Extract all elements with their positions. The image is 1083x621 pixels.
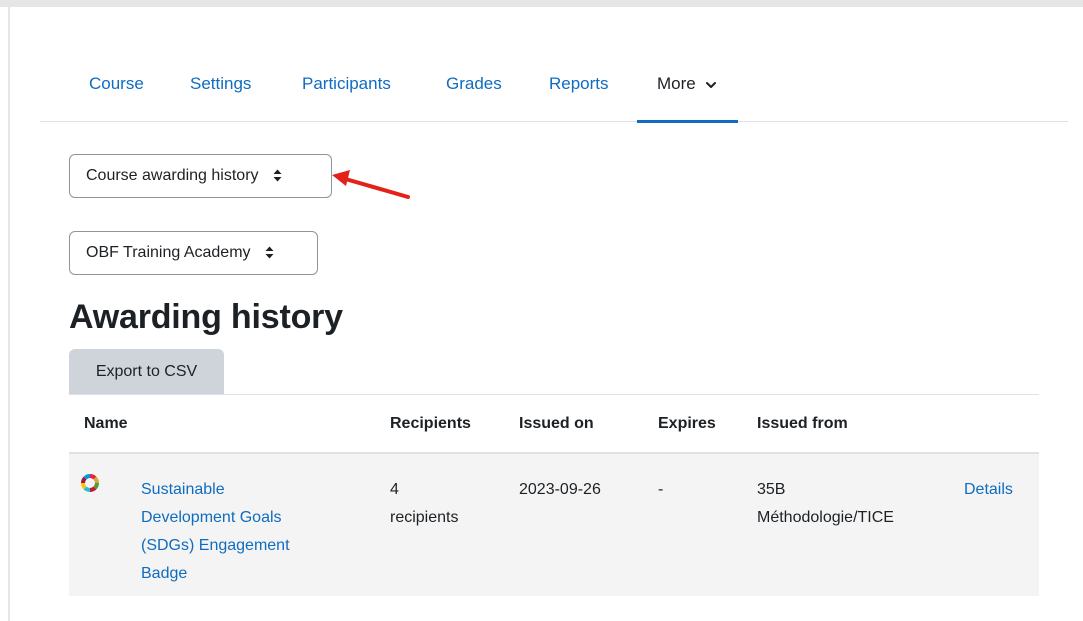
issued-from-cell: 35B Méthodologie/TICE xyxy=(757,476,894,532)
nav-reports-label: Reports xyxy=(549,74,609,93)
issued-from-line: 35B xyxy=(757,481,786,498)
nav-more-dropdown[interactable]: More xyxy=(637,62,738,123)
nav-settings-label: Settings xyxy=(190,74,252,93)
nav-participants[interactable]: Participants xyxy=(282,62,411,122)
column-header-issued-from[interactable]: Issued from xyxy=(757,415,848,433)
column-header-name[interactable]: Name xyxy=(84,415,128,433)
issued-from-line: Méthodologie/TICE xyxy=(757,509,894,526)
nav-grades[interactable]: Grades xyxy=(426,62,522,122)
expires-cell: - xyxy=(658,481,664,498)
column-header-issued-on[interactable]: Issued on xyxy=(519,415,594,433)
page-title: Awarding history xyxy=(69,298,343,336)
sort-updown-icon xyxy=(265,246,274,259)
issuer-select[interactable]: OBF Training Academy xyxy=(69,231,318,275)
nav-participants-label: Participants xyxy=(302,74,391,93)
badge-name-line: Sustainable xyxy=(141,481,225,498)
nav-course-label: Course xyxy=(89,74,144,93)
nav-reports[interactable]: Reports xyxy=(529,62,629,122)
badge-name-line: Badge xyxy=(141,565,188,582)
badge-name-line: Development Goals xyxy=(141,509,282,526)
window-left-border xyxy=(8,7,10,621)
nav-settings[interactable]: Settings xyxy=(170,62,271,122)
badge-name-link[interactable]: Sustainable Development Goals (SDGs) Eng… xyxy=(141,476,290,588)
report-type-select[interactable]: Course awarding history xyxy=(69,154,332,198)
course-secondary-nav: Course Settings Participants Grades Repo… xyxy=(40,62,1068,123)
report-type-select-value: Course awarding history xyxy=(86,167,259,184)
window-top-border xyxy=(0,0,1083,7)
awarding-history-table: Name Recipients Issued on Expires Issued… xyxy=(69,394,1039,596)
nav-course[interactable]: Course xyxy=(69,62,164,122)
export-csv-button[interactable]: Export to CSV xyxy=(69,349,224,394)
sdg-badge-icon xyxy=(81,474,99,492)
table-row: Sustainable Development Goals (SDGs) Eng… xyxy=(69,454,1039,596)
recipients-count: 4 xyxy=(390,481,399,498)
issued-on-cell: 2023-09-26 xyxy=(519,481,601,498)
badge-name-line: (SDGs) Engagement xyxy=(141,537,290,554)
recipients-unit: recipients xyxy=(390,509,459,526)
column-header-recipients[interactable]: Recipients xyxy=(390,415,471,433)
annotation-arrow-icon xyxy=(332,170,410,199)
column-header-expires[interactable]: Expires xyxy=(658,415,716,433)
issuer-select-value: OBF Training Academy xyxy=(86,244,251,261)
sort-updown-icon xyxy=(273,169,282,182)
chevron-down-icon xyxy=(706,81,717,88)
nav-grades-label: Grades xyxy=(446,74,502,93)
details-link[interactable]: Details xyxy=(964,476,1013,504)
table-header-row: Name Recipients Issued on Expires Issued… xyxy=(69,394,1039,454)
recipients-cell: 4 recipients xyxy=(390,476,458,532)
nav-more-label: More xyxy=(657,74,696,93)
